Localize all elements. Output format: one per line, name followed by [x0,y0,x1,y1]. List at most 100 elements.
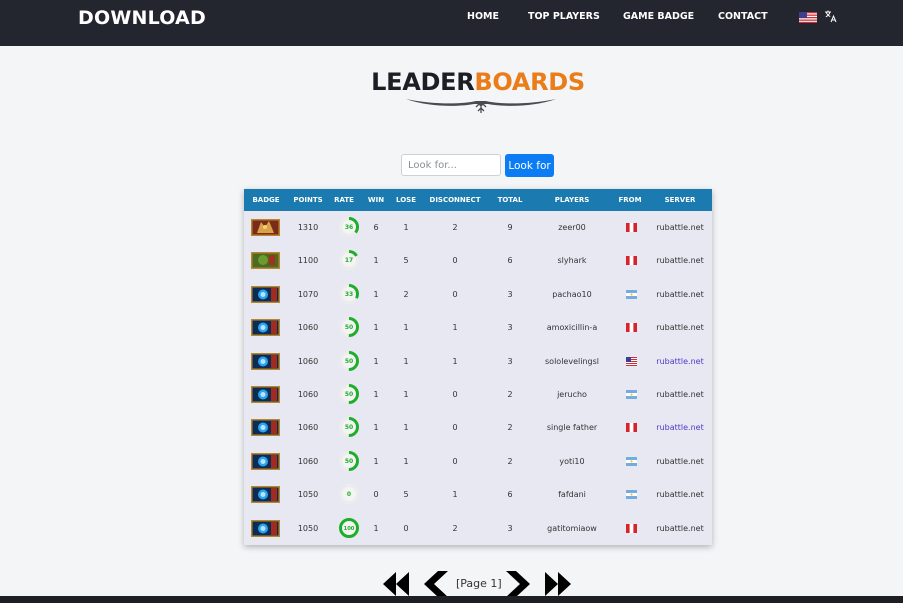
server-cell[interactable]: rubattle.net [650,211,710,244]
player-cell[interactable]: sololevelingsl [534,345,610,378]
search-input[interactable] [401,154,501,176]
table-row: 100 1050 1 0 2 3 gatitomiaow rubattle.net [244,512,712,545]
player-cell[interactable]: yoti10 [534,445,610,478]
server-cell[interactable]: rubattle.net [650,411,710,444]
peru-flag-icon [626,423,637,433]
disconnect-cell: 0 [452,289,458,299]
double-chevron-right-icon[interactable] [544,571,572,597]
disconnect-cell: 0 [452,390,458,399]
points-cell: 1070 [297,289,319,299]
win-rate-value: 36 [345,224,353,231]
disconnect-cell: 2 [452,523,458,533]
win-rate-ring: 50 [339,317,359,338]
title-ornament-icon [406,99,556,113]
win-cell: 1 [373,256,379,266]
player-cell[interactable]: slyhark [534,244,610,277]
chevron-right-icon[interactable] [504,571,532,597]
rank-badge-blue-icon [251,319,280,337]
win-rate-value: 50 [345,358,353,365]
table-row: 36 1310 6 1 2 9 zeer00 rubattle.net [244,211,712,244]
win-rate-ring: 100 [339,517,359,538]
points-cell: 1050 [297,490,319,500]
points-cell: 1100 [297,256,319,266]
player-cell[interactable]: zeer00 [534,211,610,244]
win-rate-ring: 50 [339,417,359,438]
win-cell: 0 [373,490,379,500]
server-cell[interactable]: rubattle.net [650,445,710,478]
rank-badge-blue-icon [251,486,280,504]
server-cell[interactable]: rubattle.net [650,278,710,311]
win-rate-value: 33 [345,291,353,298]
total-cell: 9 [507,223,513,232]
peru-flag-icon [626,523,637,533]
rank-badge-blue-icon [251,519,280,537]
win-rate-value: 50 [345,324,353,331]
win-rate-ring: 0 [339,484,359,505]
argentina-flag-icon [626,490,637,500]
win-rate-ring: 36 [339,217,359,237]
nav-game-badge-link[interactable]: GAME BADGE [623,11,694,22]
disconnect-cell: 1 [452,323,458,333]
rank-badge-blue-icon [251,419,280,437]
server-cell[interactable]: rubattle.net [650,512,710,545]
lose-cell: 2 [403,289,409,299]
col-server: SERVER [664,196,696,204]
table-row: 0 1050 0 5 1 6 fafdani rubattle.net [244,478,712,511]
server-cell[interactable]: rubattle.net [650,478,710,511]
win-rate-value: 50 [345,458,353,465]
server-cell[interactable]: rubattle.net [650,378,710,411]
win-cell: 1 [373,523,379,533]
lose-cell: 5 [403,490,409,500]
win-rate-value: 100 [344,526,355,532]
total-cell: 2 [507,423,513,433]
us-flag-icon[interactable] [799,12,817,23]
table-row: 50 1060 1 1 1 3 sololevelingsl rubattle.net [244,345,712,378]
col-disconnect: DISCONNECT [429,196,481,204]
translate-icon[interactable] [824,9,838,23]
win-rate-value: 50 [345,391,353,398]
page-indicator: [Page 1] [456,577,502,590]
win-cell: 1 [373,323,379,333]
table-row: 50 1060 1 1 0 2 jerucho rubattle.net [244,378,712,411]
nav-contact-link[interactable]: CONTACT [718,11,768,22]
server-cell[interactable]: rubattle.net [650,244,710,277]
win-rate-ring: 50 [339,384,359,404]
rank-badge-blue-icon [251,352,280,370]
nav-home-link[interactable]: HOME [467,11,499,22]
player-cell[interactable]: gatitomiaow [534,512,610,545]
lose-cell: 1 [403,423,409,433]
nav-top-players-link[interactable]: TOP PLAYERS [528,11,600,22]
double-chevron-left-icon[interactable] [382,571,410,597]
player-cell[interactable]: amoxicillin-a [534,311,610,344]
table-row: 50 1060 1 1 1 3 amoxicillin-a rubattle.net [244,311,712,344]
rank-badge-blue-icon [251,452,280,470]
disconnect-cell: 1 [452,356,458,366]
table-header: BADGE POINTS RATE WIN LOSE DISCONNECT TO… [244,189,712,211]
server-cell[interactable]: rubattle.net [650,311,710,344]
search-button[interactable]: Look for [505,154,554,177]
points-cell: 1060 [297,390,319,399]
lose-cell: 1 [403,223,409,232]
col-from: FROM [618,196,642,204]
win-rate-ring: 50 [339,450,359,471]
lose-cell: 5 [403,256,409,266]
points-cell: 1060 [297,356,319,366]
total-cell: 2 [507,390,513,399]
top-navbar: DOWNLOAD HOME TOP PLAYERS GAME BADGE CON… [0,0,903,46]
player-cell[interactable]: single father [534,411,610,444]
table-row: 33 1070 1 2 0 3 pachao10 rubattle.net [244,278,712,311]
player-cell[interactable]: pachao10 [534,278,610,311]
win-rate-value: 0 [347,491,351,498]
peru-flag-icon [626,256,637,266]
lose-cell: 1 [403,390,409,399]
total-cell: 2 [507,456,513,466]
us-flag-icon [626,356,637,366]
brand-logo-text[interactable]: DOWNLOAD [78,7,206,29]
page-title: LEADERBOARDS [0,68,903,96]
player-cell[interactable]: fafdani [534,478,610,511]
player-cell[interactable]: jerucho [534,378,610,411]
server-cell[interactable]: rubattle.net [650,345,710,378]
win-rate-ring: 50 [339,350,359,371]
win-rate-value: 50 [345,425,353,432]
chevron-left-icon[interactable] [422,571,450,597]
